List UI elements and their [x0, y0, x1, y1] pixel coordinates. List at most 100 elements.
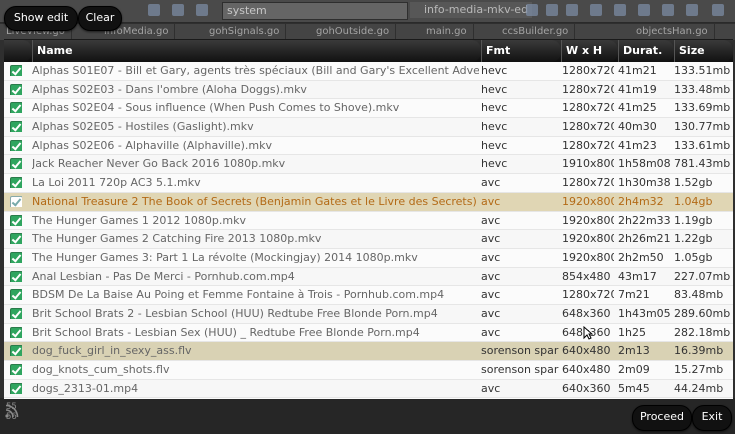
row-name: The Hunger Games 2 Catching Fire 2013 10…: [32, 232, 322, 246]
header-checkbox-column[interactable]: [4, 40, 32, 62]
rss-icon: [5, 404, 19, 418]
row-size: 1.19gb: [674, 213, 713, 227]
row-size: 289.60mb: [674, 306, 730, 320]
table-row[interactable]: Alphas S02E06 - Alphaville (Alphaville).…: [4, 137, 733, 156]
row-checkbox[interactable]: [10, 382, 22, 394]
tool-icon: [566, 4, 578, 16]
row-checkbox[interactable]: [10, 102, 22, 114]
row-size: 227.07mb: [674, 269, 730, 283]
checkbox-check-icon[interactable]: [10, 270, 22, 282]
table-row[interactable]: dogs_2313-01.mp4 avc 640x360 5m45 44.24mb: [4, 379, 733, 399]
row-name: Alphas S02E06 - Alphaville (Alphaville).…: [32, 138, 273, 152]
column-header-size[interactable]: Size: [674, 40, 733, 62]
checkbox-check-icon[interactable]: [10, 364, 22, 375]
row-checkbox[interactable]: [10, 289, 22, 301]
checkbox-check-icon[interactable]: [10, 139, 22, 151]
checkbox-check-icon[interactable]: [10, 233, 22, 245]
proceed-button[interactable]: Proceed: [632, 405, 692, 431]
checkbox-check-icon[interactable]: [10, 214, 22, 226]
editor-tab[interactable]: gohOutside.go: [310, 24, 397, 40]
row-checkbox[interactable]: [10, 214, 22, 226]
checkbox-check-icon[interactable]: [10, 102, 22, 114]
checkbox-check-icon[interactable]: [10, 289, 22, 301]
checkbox-check-icon[interactable]: [10, 177, 22, 189]
row-resolution: 648x360: [562, 306, 611, 320]
row-resolution: 1920x800: [562, 232, 614, 246]
table-row[interactable]: Filthy amateur wife double penetrated by…: [4, 398, 733, 399]
row-duration: 41m23: [618, 138, 657, 152]
row-checkbox[interactable]: [10, 83, 22, 95]
checkbox-check-icon[interactable]: [10, 326, 22, 338]
row-resolution: 854x480: [562, 269, 611, 283]
row-checkbox[interactable]: [10, 177, 22, 189]
show-edit-button[interactable]: Show edit: [4, 6, 78, 31]
row-checkbox[interactable]: [10, 345, 22, 357]
row-resolution: 1280x720: [562, 120, 614, 134]
table-row[interactable]: BDSM De La Baise Au Poing et Femme Fonta…: [4, 286, 733, 305]
row-format: hevc: [481, 138, 508, 152]
table-row[interactable]: Brit School Brats 2 - Lesbian School (HU…: [4, 304, 733, 324]
editor-tab[interactable]: main.go: [420, 24, 474, 40]
clear-button[interactable]: Clear: [78, 6, 122, 31]
column-header-fmt[interactable]: Fmt: [481, 40, 561, 62]
editor-search[interactable]: info-media-mkv-ed: [410, 2, 532, 18]
row-checkbox[interactable]: [10, 326, 22, 338]
row-checkbox[interactable]: [10, 307, 22, 319]
row-checkbox[interactable]: [10, 251, 22, 263]
column-header-duration[interactable]: Durat.: [618, 40, 674, 62]
row-duration: 2h4m32: [618, 194, 664, 208]
checkbox-check-icon[interactable]: [10, 195, 22, 207]
editor-combo[interactable]: system: [222, 2, 408, 20]
table-row[interactable]: Alphas S02E05 - Hostiles (Gaslight).mkv h…: [4, 118, 733, 137]
row-name: Anal Lesbian - Pas De Merci - Pornhub.co…: [32, 269, 295, 283]
row-checkbox[interactable]: [10, 233, 22, 245]
editor-tab[interactable]: gohSignals.go: [203, 24, 287, 40]
row-checkbox[interactable]: [10, 158, 22, 170]
checkbox-check-icon[interactable]: [10, 382, 22, 394]
row-duration: 5m45: [618, 381, 650, 395]
row-size: 44.24mb: [674, 381, 724, 395]
row-name: BDSM De La Baise Au Poing et Femme Fonta…: [32, 288, 445, 302]
checkbox-check-icon[interactable]: [10, 158, 22, 170]
row-duration: 2m13: [618, 344, 650, 358]
table-row[interactable]: Brit School Brats - Lesbian Sex (HUU) _ …: [4, 324, 733, 343]
row-resolution: 1910x800: [562, 157, 614, 171]
table-row[interactable]: Alphas S02E03 - Dans l'ombre (Aloha Dogg…: [4, 80, 733, 100]
row-checkbox[interactable]: [10, 270, 22, 282]
tool-icon: [662, 4, 674, 16]
table-row[interactable]: Alphas S01E07 - Bill et Gary, agents trè…: [4, 62, 733, 81]
table-header: Name Fmt W x H Durat. Size: [4, 40, 733, 62]
row-checkbox[interactable]: [10, 121, 22, 133]
table-row[interactable]: dog_fuck_girl_in_sexy_ass.flv sorenson sp…: [4, 342, 733, 361]
checkbox-check-icon[interactable]: [10, 307, 22, 319]
checkbox-check-icon[interactable]: [10, 83, 22, 95]
row-name: dog_fuck_girl_in_sexy_ass.flv: [32, 344, 192, 358]
row-duration: 41m19: [618, 82, 657, 96]
checkbox-check-icon[interactable]: [10, 251, 22, 263]
table-row[interactable]: La Loi 2011 720p AC3 5.1.mkv avc 1280x720 1…: [4, 174, 733, 193]
table-row[interactable]: Jack Reacher Never Go Back 2016 1080p.mk…: [4, 155, 733, 175]
table-row[interactable]: The Hunger Games 1 2012 1080p.mkv avc 1920…: [4, 212, 733, 231]
table-row[interactable]: Alphas S02E04 - Sous influence (When Pus…: [4, 99, 733, 119]
column-header-res[interactable]: W x H: [561, 40, 618, 62]
exit-button[interactable]: Exit: [692, 405, 732, 431]
row-resolution: 320x240: [562, 398, 614, 399]
row-checkbox[interactable]: [10, 139, 22, 151]
table-row[interactable]: Anal Lesbian - Pas De Merci - Pornhub.co…: [4, 267, 733, 287]
table-row[interactable]: The Hunger Games 2 Catching Fire 2013 10…: [4, 230, 733, 249]
table-row[interactable]: dog_knots_cum_shots.flv sorenson spark 640…: [4, 361, 733, 380]
row-name: dog_knots_cum_shots.flv: [32, 363, 170, 376]
column-header-name[interactable]: Name: [32, 40, 481, 62]
checkbox-check-icon[interactable]: [10, 121, 22, 133]
editor-tab[interactable]: objectsHan.go: [630, 24, 715, 40]
editor-tab[interactable]: ccsBuilder.go: [496, 24, 576, 40]
row-checkbox[interactable]: [10, 65, 22, 76]
row-format: avc: [481, 325, 501, 339]
row-checkbox[interactable]: [10, 364, 22, 375]
row-checkbox[interactable]: [10, 195, 22, 207]
checkbox-check-icon[interactable]: [10, 65, 22, 76]
table-row[interactable]: The Hunger Games 3: Part 1 La révolte (M…: [4, 249, 733, 268]
editor-gutter: 55 56: [0, 398, 735, 434]
checkbox-check-icon[interactable]: [10, 345, 22, 357]
table-row[interactable]: National Treasure 2 The Book of Secrets …: [4, 192, 733, 212]
